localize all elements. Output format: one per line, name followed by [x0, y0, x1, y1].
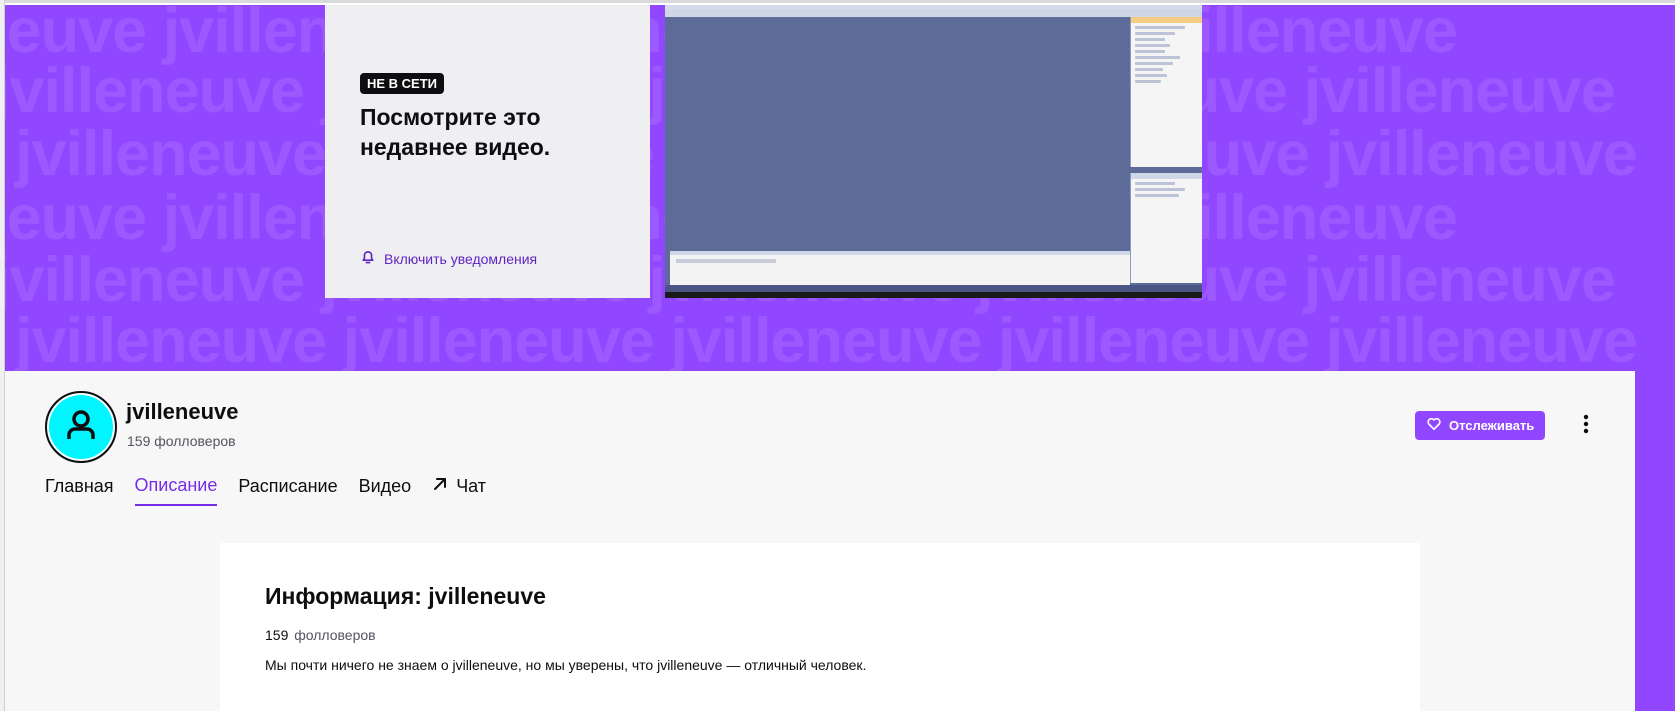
- heart-icon: [1426, 416, 1442, 435]
- followers-count: 159: [265, 627, 289, 643]
- follow-button[interactable]: Отслеживать: [1415, 411, 1546, 440]
- channel-followers: 159 фолловеров: [127, 433, 236, 449]
- avatar[interactable]: [45, 391, 117, 463]
- tab-videos-label: Видео: [358, 476, 412, 496]
- user-icon: [63, 407, 99, 448]
- more-options-button[interactable]: [1573, 411, 1599, 441]
- bell-icon: [360, 249, 376, 268]
- channel-tabs: Главная Описание Расписание Видео Чат: [45, 469, 486, 506]
- follow-label: Отслеживать: [1449, 418, 1535, 433]
- about-title: Информация: jvilleneuve: [265, 583, 546, 609]
- recent-video-thumbnail[interactable]: [665, 5, 1202, 298]
- offline-badge: НЕ В СЕТИ: [360, 73, 445, 94]
- tab-videos[interactable]: Видео: [359, 469, 412, 506]
- tab-about[interactable]: Описание: [134, 469, 218, 506]
- kebab-menu-icon: [1583, 414, 1589, 439]
- tab-schedule[interactable]: Расписание: [238, 469, 337, 506]
- enable-notifications-label: Включить уведомления: [384, 250, 538, 267]
- top-border: [0, 0, 1675, 3]
- tab-schedule-label: Расписание: [238, 476, 338, 496]
- channel-banner: jvilleneuve jvilleneuve jvilleneuve jvil…: [5, 5, 1675, 371]
- followers-label: фолловеров: [294, 627, 376, 643]
- tab-home-label: Главная: [45, 476, 114, 496]
- enable-notifications-button[interactable]: Включить уведомления: [360, 249, 537, 268]
- tab-about-label: Описание: [134, 475, 218, 495]
- about-followers: 159 фолловеров: [265, 627, 376, 643]
- channel-info: jvilleneuve 159 фолловеров Отслеживать Г…: [5, 371, 1635, 711]
- tab-chat-label: Чат: [456, 476, 487, 496]
- banner-watermark: jvilleneuve jvilleneuve jvilleneuve jvil…: [15, 306, 1638, 372]
- about-description: Мы почти ничего не знаем о jvilleneuve, …: [265, 657, 867, 673]
- banner-edge: [1635, 371, 1675, 711]
- external-arrow-icon: [432, 476, 448, 497]
- channel-name[interactable]: jvilleneuve: [126, 399, 239, 425]
- tab-chat[interactable]: Чат: [432, 469, 486, 506]
- tab-home[interactable]: Главная: [45, 469, 114, 506]
- offline-title: Посмотрите это недавнее видео.: [360, 104, 551, 160]
- offline-card: НЕ В СЕТИ Посмотрите это недавнее видео.…: [325, 5, 650, 298]
- about-panel: Информация: jvilleneuve 159 фолловеров М…: [220, 543, 1420, 711]
